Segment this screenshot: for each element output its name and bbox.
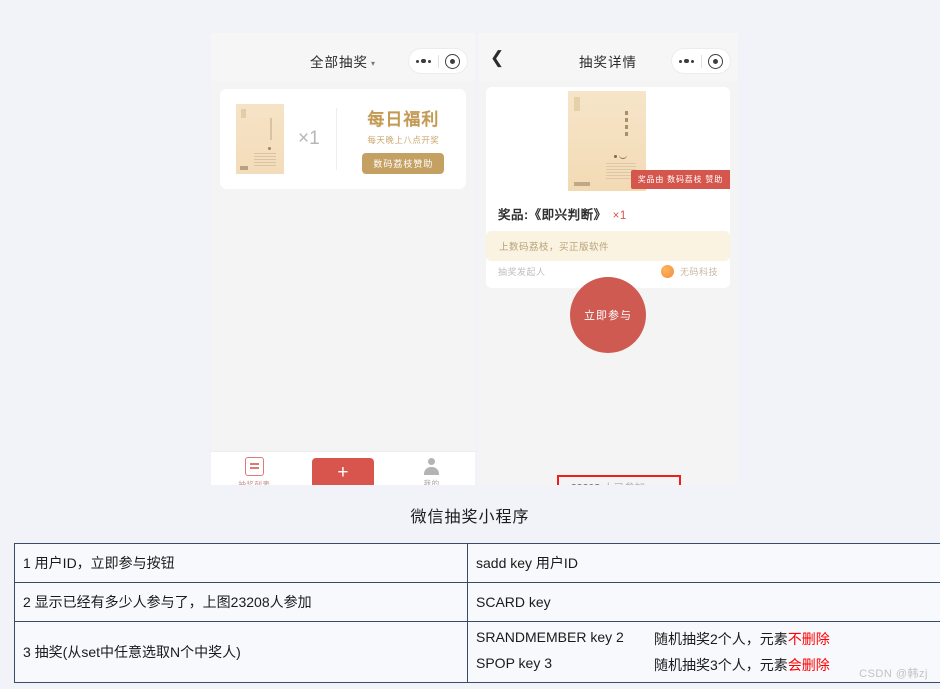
prize-hero-image: 奖品由 数码荔枝 赞助 xyxy=(486,87,730,195)
tab-mine-label: 我的 xyxy=(423,478,440,486)
close-miniprogram-button-right[interactable] xyxy=(702,53,731,69)
tabbar-left: 抽奖列表 + 我的 xyxy=(211,451,475,485)
redis-commands-table: 1 用户ID，立即参与按钮 sadd key 用户ID 2 显示已经有多少人参与… xyxy=(14,543,940,683)
lottery-detail-body: 奖品由 数码荔枝 赞助 奖品:《即兴判断》×1 03月08日 20:00 自动开… xyxy=(478,81,738,485)
sponsor-badge: 奖品由 数码荔枝 赞助 xyxy=(630,170,730,189)
close-miniprogram-button-left[interactable] xyxy=(439,53,468,69)
table-cell-requirement: 1 用户ID，立即参与按钮 xyxy=(14,543,468,583)
desc-normal: 随机抽奖2个人，元素 xyxy=(654,631,788,647)
prize-quantity: ×1 xyxy=(298,128,320,149)
prize-name-row: 奖品:《即兴判断》 ×1 xyxy=(498,204,718,223)
owner-name: 无码科技 xyxy=(679,267,718,277)
card-title: 每日福利 xyxy=(367,109,440,129)
join-now-button[interactable]: 立即参与 xyxy=(570,277,646,353)
target-circle-icon xyxy=(445,53,461,69)
sponsor-button[interactable]: 数码荔枝赞助 xyxy=(362,152,445,174)
participants-suffix: 人已参加 xyxy=(603,482,645,485)
phone-left-lottery-list: 全部抽奖 ▾ ×1 每日福利 每天晚上八点开奖 数码荔枝赞助 抽奖列表 + 我的 xyxy=(211,33,475,485)
target-circle-icon xyxy=(708,53,724,69)
card-right-content: 每日福利 每天晚上八点开奖 数码荔枝赞助 xyxy=(337,105,466,174)
more-menu-button-left[interactable] xyxy=(409,58,438,64)
person-icon xyxy=(423,457,440,475)
table-cell-command: sadd key 用户ID xyxy=(467,543,940,583)
figure-caption: 微信抽奖小程序 xyxy=(410,509,530,526)
create-lottery-button[interactable]: + xyxy=(311,458,374,485)
desc-highlight: 不删除 xyxy=(787,631,830,647)
command-description: 随机抽奖2个人，元素不删除 xyxy=(654,629,940,649)
more-dots-icon xyxy=(679,58,694,64)
table-cell-command: SCARD key xyxy=(467,582,940,622)
list-icon xyxy=(244,456,264,476)
tab-lottery-list[interactable]: 抽奖列表 xyxy=(225,456,283,486)
chevron-down-icon: ▾ xyxy=(370,58,376,68)
screenshots-area: 全部抽奖 ▾ ×1 每日福利 每天晚上八点开奖 数码荔枝赞助 抽奖列表 + 我的… xyxy=(0,0,940,485)
navbar-right: ❮ 抽奖详情 xyxy=(478,41,738,81)
tab-lottery-list-label: 抽奖列表 xyxy=(238,479,271,486)
nav-title-left-text: 全部抽奖 xyxy=(309,55,368,70)
phone-right-lottery-detail: ❮ 抽奖详情 奖品由 数码荔枝 赞助 奖品:《即兴判断》 ×1 抽奖发起人 无码… xyxy=(478,33,738,485)
table-row: 3 抽奖(从set中任意选取N个中奖人) SRANDMEMBER key 2 随… xyxy=(14,621,940,683)
command-line: sadd key 用户ID xyxy=(476,553,940,573)
participants-count-row: 23208人已参加 xyxy=(571,480,645,485)
navbar-left: 全部抽奖 ▾ xyxy=(211,41,475,81)
prize-quantity: ×1 xyxy=(612,210,627,222)
tab-mine[interactable]: 我的 xyxy=(403,457,461,486)
command-line: SRANDMEMBER key 2 随机抽奖2个人，元素不删除 xyxy=(476,629,940,649)
table-row: 2 显示已经有多少人参与了，上图23208人参加 SCARD key xyxy=(14,582,940,622)
command-text: SPOP key 3 xyxy=(476,655,553,671)
lottery-card-daily[interactable]: ×1 每日福利 每天晚上八点开奖 数码荔枝赞助 xyxy=(220,89,466,189)
more-dots-icon xyxy=(416,58,431,64)
more-menu-button-right[interactable] xyxy=(672,58,701,64)
promo-notice-text: 上数码荔枝，买正版软件 xyxy=(499,242,610,253)
command-text: SCARD key xyxy=(476,594,551,610)
owner-info[interactable]: 无码科技 xyxy=(660,265,718,278)
lottery-list-body: ×1 每日福利 每天晚上八点开奖 数码荔枝赞助 xyxy=(211,81,475,451)
desc-highlight: 会删除 xyxy=(787,657,830,673)
table-cell-requirement: 2 显示已经有多少人参与了，上图23208人参加 xyxy=(14,582,468,622)
promo-notice-bar[interactable]: 上数码荔枝，买正版软件 xyxy=(486,231,730,261)
status-bar-right xyxy=(478,33,738,41)
wechat-capsule-right[interactable] xyxy=(672,49,730,73)
command-line: SCARD key xyxy=(476,594,940,610)
table-cell-requirement: 3 抽奖(从set中任意选取N个中奖人) xyxy=(14,621,468,683)
desc-normal: 随机抽奖3个人，元素 xyxy=(654,657,788,673)
wechat-capsule-left[interactable] xyxy=(409,49,467,73)
avatar xyxy=(660,265,674,278)
command-text: SRANDMEMBER key 2 xyxy=(476,629,624,645)
table-row: 1 用户ID，立即参与按钮 sadd key 用户ID xyxy=(14,543,940,583)
status-bar-left xyxy=(211,33,475,41)
participants-count: 23208 xyxy=(571,482,600,485)
owner-label: 抽奖发起人 xyxy=(498,267,546,277)
book-cover-thumbnail xyxy=(236,104,284,174)
card-subtitle: 每天晚上八点开奖 xyxy=(367,134,440,145)
watermark: CSDN @韩zj xyxy=(859,668,928,680)
prize-name: 奖品:《即兴判断》 xyxy=(498,208,607,222)
command-text: sadd key 用户ID xyxy=(476,555,578,571)
